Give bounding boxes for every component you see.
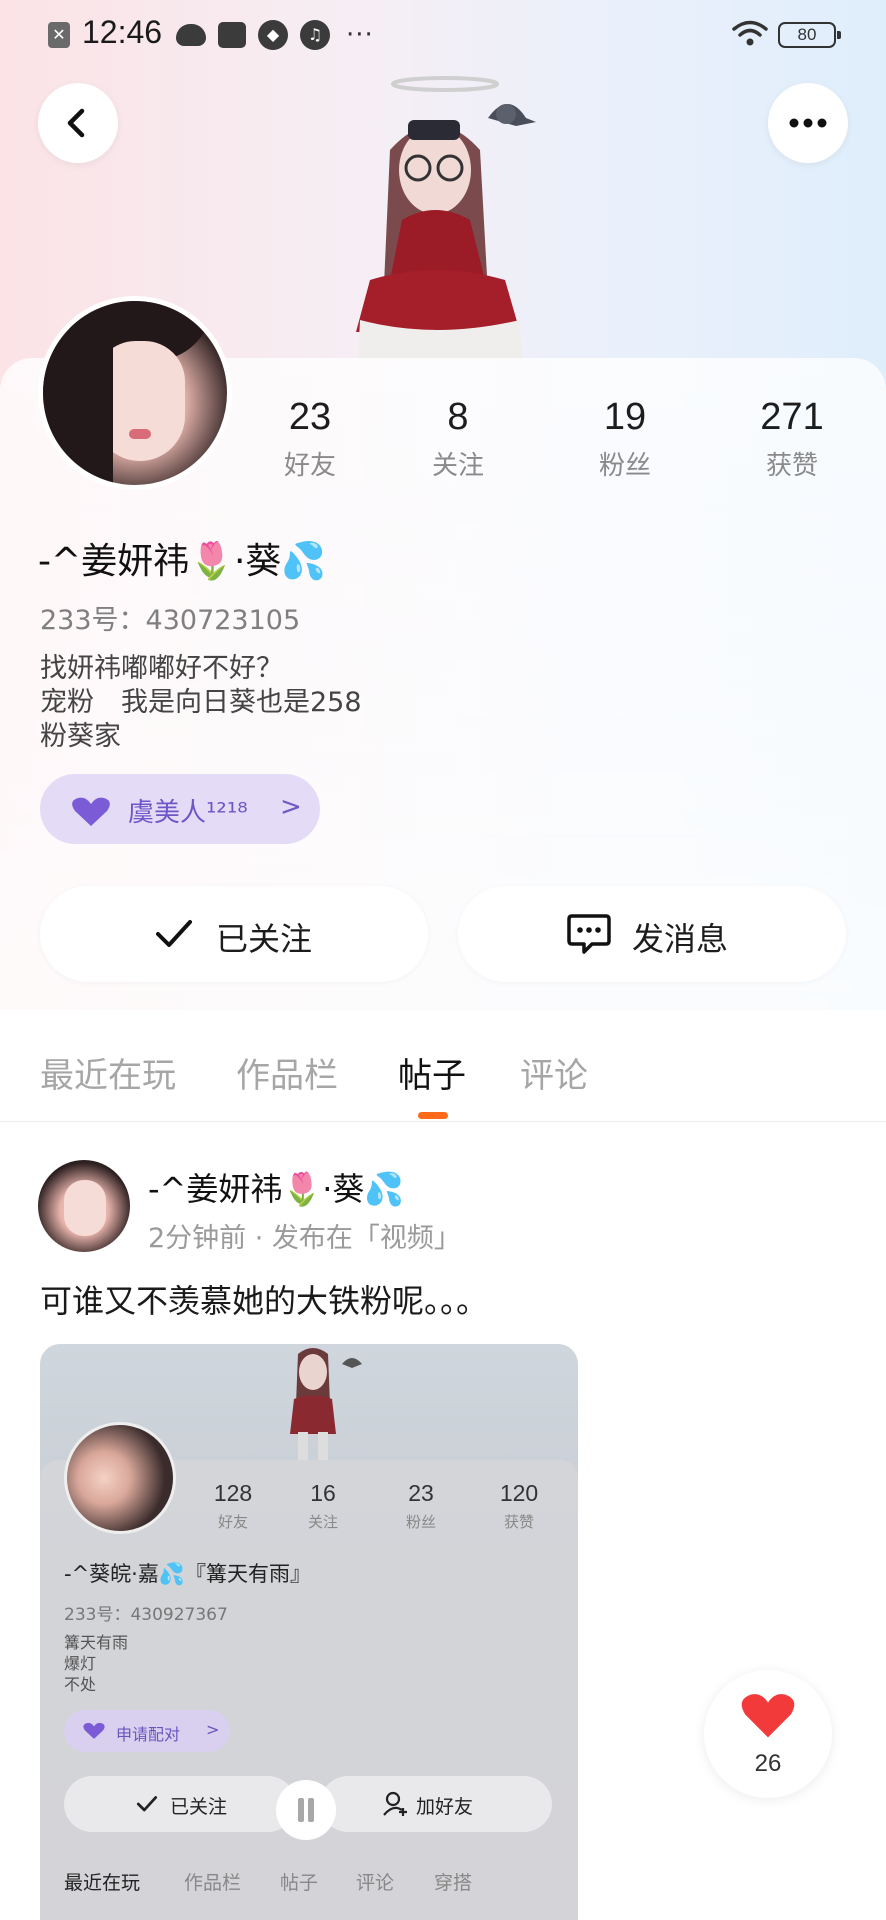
status-time: 12:46 <box>82 14 163 50</box>
video-tab: 帖子 <box>280 1872 319 1894</box>
checkmark-icon <box>136 1796 158 1812</box>
stat-likes[interactable]: 271 获赞 <box>732 396 852 482</box>
app-notification-icon: ◆ <box>258 20 288 50</box>
video-add-friend-button: 加好友 <box>320 1776 552 1832</box>
video-stat-value: 120 <box>499 1480 539 1506</box>
message-button-label: 发消息 <box>632 920 729 958</box>
music-icon: ♫ <box>300 20 330 50</box>
like-button[interactable]: 26 <box>704 1670 832 1798</box>
checkmark-icon <box>156 920 192 947</box>
stat-label: 获赞 <box>765 451 818 481</box>
post-meta: 2分钟前 · 发布在「视频」 <box>148 1223 461 1254</box>
more-options-button[interactable] <box>768 83 848 163</box>
stat-friends[interactable]: 23 好友 <box>250 396 370 482</box>
video-tab: 最近在玩 <box>64 1872 141 1894</box>
video-stat: 128 好友 <box>198 1480 268 1532</box>
video-profile-avatar <box>64 1422 176 1534</box>
card-icon <box>218 22 246 48</box>
active-tab-indicator <box>418 1112 448 1119</box>
tab-posts[interactable]: 帖子 <box>398 1048 466 1097</box>
stat-value: 23 <box>288 396 332 438</box>
video-tab: 评论 <box>356 1872 395 1894</box>
chevron-right-icon: > <box>280 792 302 822</box>
stat-label: 好友 <box>283 451 336 481</box>
profile-avatar[interactable] <box>38 296 232 490</box>
video-tab: 作品栏 <box>184 1872 242 1894</box>
stat-label: 关注 <box>431 451 484 481</box>
like-count: 26 <box>754 1750 782 1777</box>
video-follow-button: 已关注 <box>64 1776 296 1832</box>
video-profile-name: -^葵皖·嘉💦『篝天有雨』 <box>64 1562 311 1586</box>
profile-bio: 找妍祎嘟嘟好不好？ 宠粉 我是向日葵也是258 粉葵家 <box>40 653 362 752</box>
stat-label: 粉丝 <box>598 451 651 481</box>
video-stat-value: 16 <box>310 1480 336 1506</box>
virtual-avatar-figure[interactable] <box>330 70 570 360</box>
chat-bubble-icon <box>567 914 611 954</box>
notification-mute-icon: ✕ <box>48 22 70 48</box>
battery-indicator: 80 <box>778 22 841 48</box>
cloud-icon <box>176 24 206 46</box>
stat-fans[interactable]: 19 粉丝 <box>565 396 685 482</box>
post-author-avatar[interactable] <box>38 1160 130 1252</box>
video-tabs: 最近在玩 作品栏 帖子 评论 穿搭 <box>64 1868 564 1898</box>
tab-comments[interactable]: 评论 <box>520 1048 588 1097</box>
heart-icon <box>83 1722 105 1739</box>
follow-button-label: 已关注 <box>216 920 313 958</box>
follow-button[interactable]: 已关注 <box>40 886 428 982</box>
post-text: 可谁又不羡慕她的大铁粉呢。。。 <box>40 1282 489 1320</box>
pause-button[interactable] <box>276 1780 336 1840</box>
chevron-right-icon: > <box>206 1720 220 1739</box>
status-bar: ✕ 12:46 ◆ ♫ ··· 80 <box>0 0 886 70</box>
video-stat: 23 粉丝 <box>386 1480 456 1532</box>
heart-like-icon <box>741 1694 795 1738</box>
heart-icon <box>72 797 110 826</box>
pair-chip[interactable]: 虞美人¹²¹⁸ > <box>40 774 320 844</box>
video-pair-chip-label: 申请配对 <box>116 1725 181 1744</box>
tab-works[interactable]: 作品栏 <box>236 1048 338 1097</box>
pair-chip-label: 虞美人¹²¹⁸ <box>128 798 248 828</box>
video-stat-label: 好友 <box>217 1513 248 1531</box>
post-video[interactable]: 128 好友 16 关注 23 粉丝 120 获赞 -^葵皖·嘉💦『篝天有雨』 … <box>40 1344 578 1920</box>
profile-tabs: 最近在玩 作品栏 帖子 评论 <box>0 1012 886 1122</box>
tab-recently-played[interactable]: 最近在玩 <box>40 1048 176 1097</box>
profile-uid: 233号：430723105 <box>40 605 301 636</box>
stat-following[interactable]: 8 关注 <box>398 396 518 482</box>
video-profile-card: 128 好友 16 关注 23 粉丝 120 获赞 -^葵皖·嘉💦『篝天有雨』 … <box>40 1422 578 1920</box>
video-stat: 120 获赞 <box>484 1480 554 1532</box>
video-stat-label: 粉丝 <box>405 1513 436 1531</box>
status-notification-icons: ◆ ♫ ··· <box>176 20 374 50</box>
post-author-name[interactable]: -^姜妍祎🌷·葵💦 <box>148 1164 404 1210</box>
video-add-friend-label: 加好友 <box>416 1796 474 1818</box>
stat-value: 271 <box>760 396 824 438</box>
video-stat-value: 128 <box>213 1480 253 1506</box>
video-tab: 穿搭 <box>434 1872 473 1894</box>
video-profile-bio: 篝天有雨 爆灯 不处 <box>64 1633 129 1694</box>
video-avatar-figure <box>290 1348 362 1460</box>
video-profile-uid: 233号：430927367 <box>64 1605 228 1625</box>
video-stat-value: 23 <box>408 1480 434 1506</box>
video-follow-label: 已关注 <box>170 1796 228 1818</box>
profile-nickname: -^姜妍祎🌷·葵💦 <box>38 541 327 582</box>
profile-stats: 23 好友 8 关注 19 粉丝 271 获赞 <box>250 396 850 486</box>
video-stat: 16 关注 <box>288 1480 358 1532</box>
add-user-icon <box>383 1791 407 1816</box>
stat-value: 8 <box>447 396 469 438</box>
more-notifications-icon: ··· <box>346 20 374 50</box>
stat-value: 19 <box>603 396 647 438</box>
video-pair-chip: 申请配对 > <box>64 1710 230 1752</box>
message-button[interactable]: 发消息 <box>458 886 846 982</box>
back-button[interactable] <box>38 83 118 163</box>
video-stat-label: 关注 <box>307 1513 338 1531</box>
wifi-icon <box>732 20 768 46</box>
more-dots-icon <box>789 118 827 128</box>
video-stat-label: 获赞 <box>503 1513 534 1531</box>
chevron-left-icon <box>67 108 85 138</box>
